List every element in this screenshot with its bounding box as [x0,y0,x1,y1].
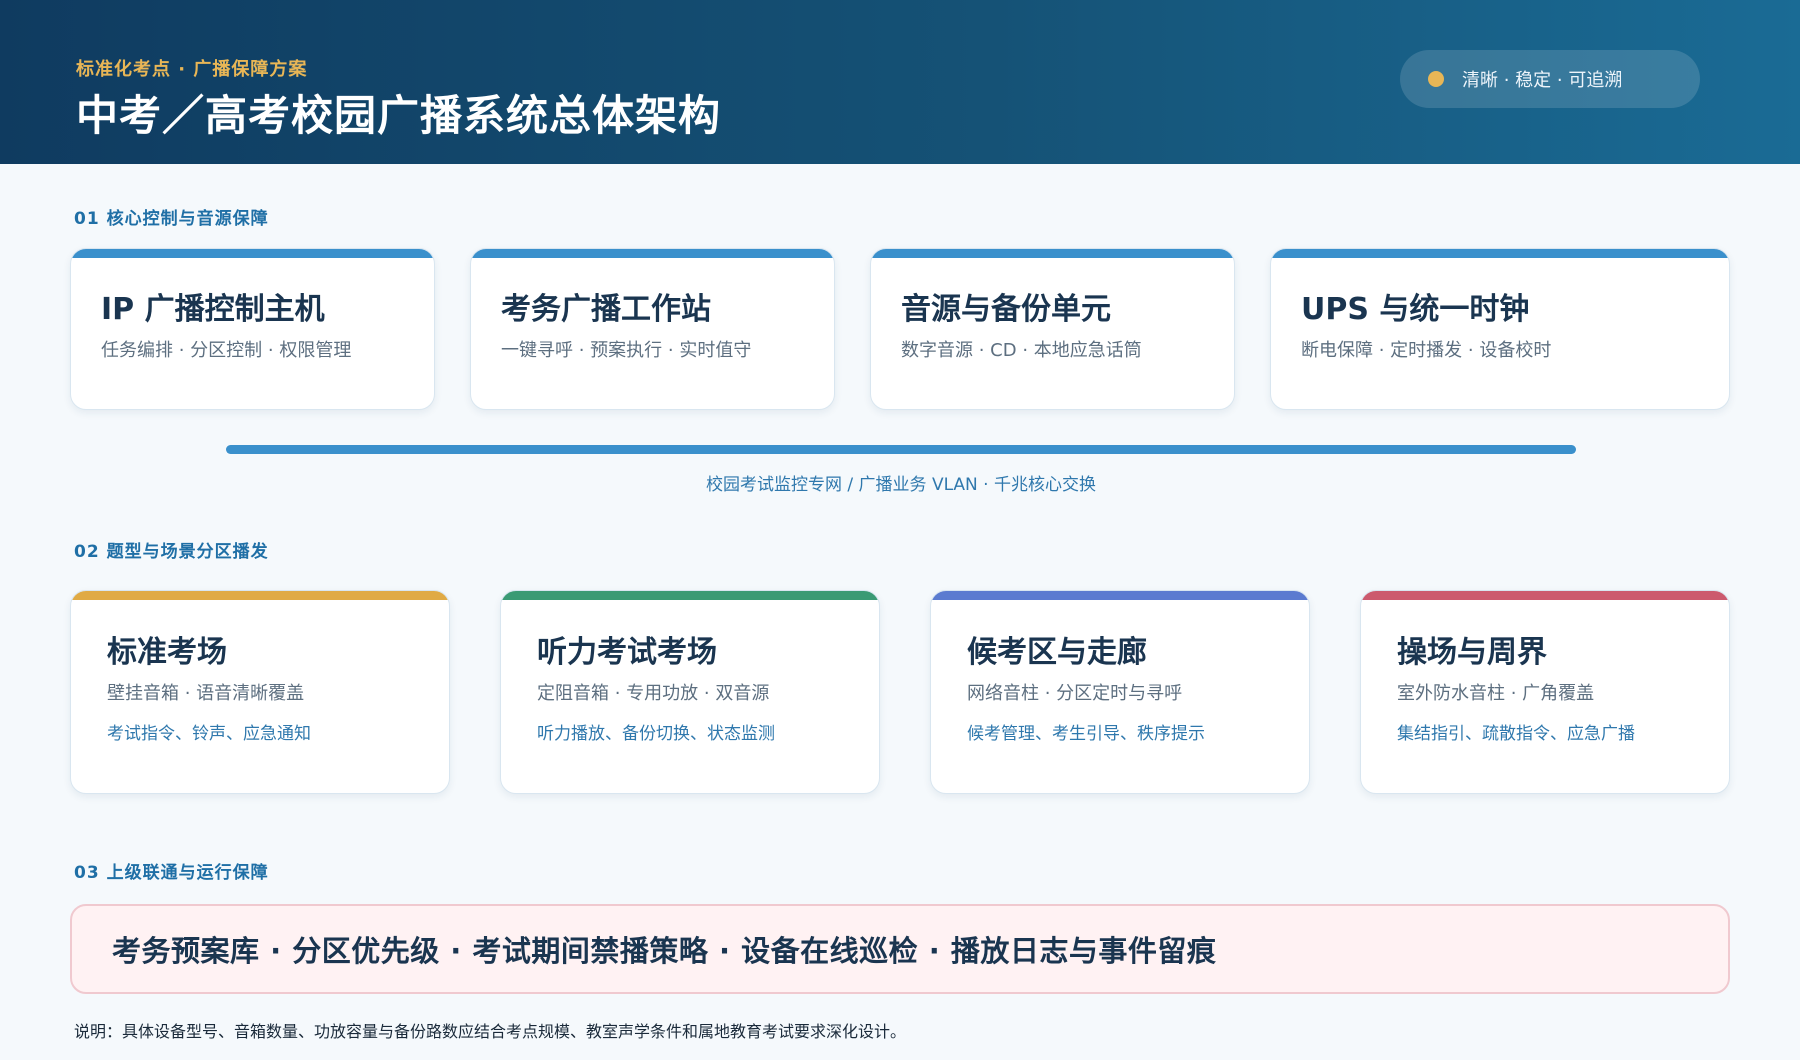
zone-card-standard-room: 标准考场 壁挂音箱 · 语音清晰覆盖 考试指令、铃声、应急通知 [70,590,450,794]
card-accent-bar [71,249,434,258]
card-title: UPS 与统一时钟 [1301,292,1530,327]
card-accent-bar [471,249,834,258]
core-card-audio-source: 音源与备份单元 数字音源 · CD · 本地应急话筒 [870,248,1235,410]
status-dot-icon [1428,71,1444,87]
card-description: 集结指引、疏散指令、应急广播 [1397,724,1635,744]
card-title: 标准考场 [107,635,227,670]
section-heading-zones: 02 题型与场景分区播发 [74,542,269,562]
page-title: 中考／高考校园广播系统总体架构 [76,91,722,140]
header-badge: 清晰 · 稳定 · 可追溯 [1400,50,1700,108]
card-accent-bar [871,249,1234,258]
card-subtitle: 一键寻呼 · 预案执行 · 实时值守 [501,340,752,361]
card-title: 候考区与走廊 [967,635,1147,670]
zone-card-playground: 操场与周界 室外防水音柱 · 广角覆盖 集结指引、疏散指令、应急广播 [1360,590,1730,794]
core-card-control-host: IP 广播控制主机 任务编排 · 分区控制 · 权限管理 [70,248,435,410]
card-subtitle: 任务编排 · 分区控制 · 权限管理 [101,340,352,361]
section-heading-core: 01 核心控制与音源保障 [74,209,269,229]
header-badge-label: 清晰 · 稳定 · 可追溯 [1462,70,1623,91]
card-accent-bar [1271,249,1729,258]
architecture-page: 标准化考点 · 广播保障方案 中考／高考校园广播系统总体架构 清晰 · 稳定 ·… [0,0,1800,1060]
card-subtitle: 壁挂音箱 · 语音清晰覆盖 [107,683,305,704]
operations-banner: 考务预案库 · 分区优先级 · 考试期间禁播策略 · 设备在线巡检 · 播放日志… [70,904,1730,994]
card-subtitle: 断电保障 · 定时播发 · 设备校时 [1301,340,1552,361]
card-title: 操场与周界 [1397,635,1547,670]
network-bus-label: 校园考试监控专网 / 广播业务 VLAN · 千兆核心交换 [706,475,1096,495]
card-accent-bar [931,591,1309,600]
card-subtitle: 定阻音箱 · 专用功放 · 双音源 [537,683,770,704]
header-eyebrow: 标准化考点 · 广播保障方案 [76,59,308,80]
card-title: 考务广播工作站 [501,292,711,327]
card-accent-bar [501,591,879,600]
card-accent-bar [1361,591,1729,600]
card-subtitle: 室外防水音柱 · 广角覆盖 [1397,683,1595,704]
card-accent-bar [71,591,449,600]
card-title: 听力考试考场 [537,635,717,670]
zone-card-waiting-area: 候考区与走廊 网络音柱 · 分区定时与寻呼 候考管理、考生引导、秩序提示 [930,590,1310,794]
card-description: 听力播放、备份切换、状态监测 [537,724,775,744]
page-header: 标准化考点 · 广播保障方案 中考／高考校园广播系统总体架构 清晰 · 稳定 ·… [0,0,1800,164]
card-title: IP 广播控制主机 [101,292,325,327]
card-title: 音源与备份单元 [901,292,1111,327]
card-description: 考试指令、铃声、应急通知 [107,724,311,744]
zone-card-listening-room: 听力考试考场 定阻音箱 · 专用功放 · 双音源 听力播放、备份切换、状态监测 [500,590,880,794]
card-subtitle: 网络音柱 · 分区定时与寻呼 [967,683,1183,704]
network-bus-line [226,445,1576,454]
card-subtitle: 数字音源 · CD · 本地应急话筒 [901,340,1142,361]
section-heading-operations: 03 上级联通与运行保障 [74,863,269,883]
footnote: 说明：具体设备型号、音箱数量、功放容量与备份路数应结合考点规模、教室声学条件和属… [74,1022,907,1041]
operations-banner-text: 考务预案库 · 分区优先级 · 考试期间禁播策略 · 设备在线巡检 · 播放日志… [112,934,1217,968]
card-description: 候考管理、考生引导、秩序提示 [967,724,1205,744]
core-card-ups-clock: UPS 与统一时钟 断电保障 · 定时播发 · 设备校时 [1270,248,1730,410]
core-card-workstation: 考务广播工作站 一键寻呼 · 预案执行 · 实时值守 [470,248,835,410]
